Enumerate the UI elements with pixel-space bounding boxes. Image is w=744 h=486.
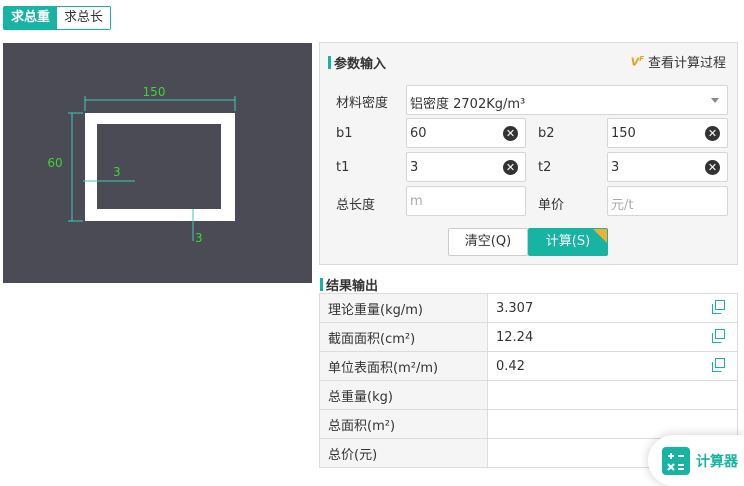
height-dim-label: 60 xyxy=(47,156,62,170)
b1-value: 60 xyxy=(410,126,427,141)
t1-input[interactable]: 3 ✕ xyxy=(406,152,526,182)
table-row: 总重量(kg) xyxy=(319,380,738,410)
result-value xyxy=(487,380,738,410)
copy-icon[interactable] xyxy=(712,300,725,314)
b2-label: b2 xyxy=(538,126,555,141)
b2-input[interactable]: 150 ✕ xyxy=(607,118,728,148)
t1-label: t1 xyxy=(336,160,350,175)
params-title: 参数输入 xyxy=(328,53,386,72)
b1-input[interactable]: 60 ✕ xyxy=(406,118,526,148)
price-input[interactable]: 元/t xyxy=(607,186,728,216)
clear-icon[interactable]: ✕ xyxy=(705,126,720,141)
t1-dim-label: 3 xyxy=(113,165,121,179)
section-diagram: 150 60 3 3 xyxy=(3,43,312,283)
calculator-float-button[interactable]: 计算器 xyxy=(648,435,744,486)
material-select[interactable]: 铝密度 2702Kg/m³ xyxy=(406,85,728,115)
t2-input[interactable]: 3 ✕ xyxy=(607,152,728,182)
table-row: 截面面积(cm²) 12.24 xyxy=(319,322,738,352)
tab-total-weight[interactable]: 求总重 xyxy=(4,7,58,29)
price-placeholder: 元/t xyxy=(611,198,634,213)
table-row: 单位表面积(m²/m) 0.42 xyxy=(319,351,738,381)
copy-icon[interactable] xyxy=(712,358,725,372)
rect-tube-drawing: 150 60 3 3 xyxy=(47,85,236,245)
length-label: 总长度 xyxy=(336,198,376,213)
table-row: 理论重量(kg/m) 3.307 xyxy=(319,293,738,323)
clear-icon[interactable]: ✕ xyxy=(705,160,720,175)
results-title-text: 结果输出 xyxy=(326,279,379,294)
b1-label: b1 xyxy=(336,126,353,141)
title-bar-accent xyxy=(320,278,323,291)
vf-icon: VF xyxy=(630,54,644,69)
result-value: 12.24 xyxy=(487,322,738,352)
t2-label: t2 xyxy=(538,160,552,175)
tab-total-length[interactable]: 求总长 xyxy=(57,7,111,29)
params-panel: 参数输入 VF 查看计算过程 材料密度 铝密度 2702Kg/m³ b1 60 … xyxy=(319,42,738,265)
result-key: 截面面积(cm²) xyxy=(319,322,488,352)
t2-value: 3 xyxy=(611,160,620,175)
view-process-text: 查看计算过程 xyxy=(647,56,726,71)
result-value-text: 12.24 xyxy=(496,329,534,345)
result-value: 3.307 xyxy=(487,293,738,323)
material-select-value: 铝密度 2702Kg/m³ xyxy=(410,97,526,112)
clear-button[interactable]: 清空(Q) xyxy=(448,228,528,256)
length-input[interactable]: m xyxy=(406,186,526,216)
clear-icon[interactable]: ✕ xyxy=(503,126,518,141)
calculate-button[interactable]: 计算(S) xyxy=(528,228,608,256)
results-title: 结果输出 xyxy=(320,275,378,294)
b2-value: 150 xyxy=(611,126,636,141)
price-label: 单价 xyxy=(538,198,565,213)
t2-dim-label: 3 xyxy=(195,231,203,245)
result-key: 理论重量(kg/m) xyxy=(319,293,488,323)
result-key: 总重量(kg) xyxy=(319,380,488,410)
t1-value: 3 xyxy=(410,160,419,175)
params-title-text: 参数输入 xyxy=(334,57,387,72)
result-value-text: 0.42 xyxy=(496,358,525,374)
result-value-text: 3.307 xyxy=(496,300,534,316)
result-key: 总价(元) xyxy=(319,438,488,468)
width-dim-label: 150 xyxy=(143,85,166,99)
title-bar-accent xyxy=(328,56,331,69)
result-value: 0.42 xyxy=(487,351,738,381)
length-placeholder: m xyxy=(410,194,423,209)
calculate-button-label: 计算(S) xyxy=(545,234,591,249)
calculator-float-label: 计算器 xyxy=(696,453,738,470)
result-key: 单位表面积(m²/m) xyxy=(319,351,488,381)
chevron-down-icon xyxy=(711,98,719,103)
badge-corner-icon xyxy=(593,229,607,243)
mode-tabs: 求总重 求总长 xyxy=(3,6,112,30)
result-key: 总面积(m²) xyxy=(319,409,488,439)
material-label: 材料密度 xyxy=(336,96,389,111)
clear-icon[interactable]: ✕ xyxy=(503,160,518,175)
view-process-link[interactable]: VF 查看计算过程 xyxy=(631,52,726,71)
copy-icon[interactable] xyxy=(712,329,725,343)
calculator-icon xyxy=(662,446,690,475)
